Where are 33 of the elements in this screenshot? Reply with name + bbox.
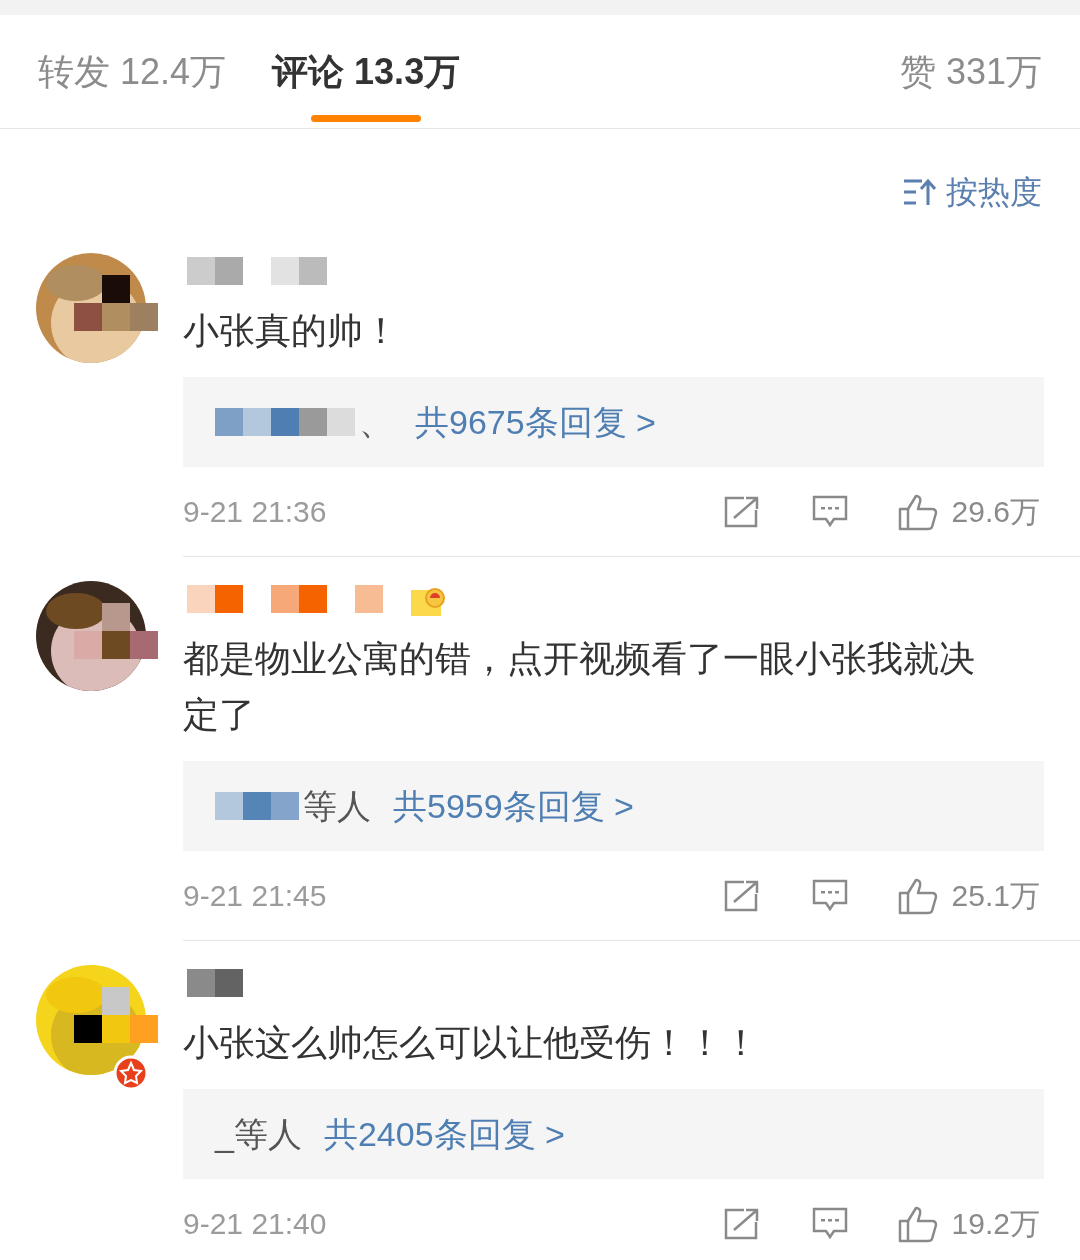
share-icon[interactable] — [723, 1207, 760, 1240]
like-count: 19.2万 — [951, 1206, 1040, 1242]
comment-text: 小张真的帅！ — [183, 309, 400, 353]
share-icon[interactable] — [723, 879, 760, 912]
comment-icon[interactable] — [811, 1206, 848, 1241]
like-count: 29.6万 — [951, 494, 1040, 530]
sort-button[interactable]: 按热度 — [902, 155, 1042, 229]
pixelated-name — [187, 969, 243, 997]
share-icon[interactable] — [723, 495, 760, 528]
timestamp: 9-21 21:36 — [183, 494, 327, 530]
like-count: 25.1万 — [951, 878, 1040, 914]
comment-text: 都是物业公寓的错，点开视频看了一眼小张我就决定了 — [183, 637, 976, 737]
thumbs-up-icon[interactable] — [897, 876, 938, 915]
thumbs-up-icon[interactable] — [897, 492, 938, 531]
thumbs-up-icon[interactable] — [897, 1204, 938, 1243]
tab[interactable]: 转发 12.4万 — [38, 15, 227, 128]
reply-count-link[interactable]: 共2405条回复 > — [323, 1108, 565, 1160]
reply-count-link[interactable]: 共5959条回复 > — [393, 780, 634, 832]
comment-icon[interactable] — [811, 494, 848, 529]
reply-users: 等人 — [303, 785, 371, 827]
timestamp: 9-21 21:45 — [183, 878, 327, 914]
reply-count-link[interactable]: 共9675条回复 > — [415, 396, 656, 448]
comment-icon[interactable] — [811, 878, 848, 913]
timestamp: 9-21 21:40 — [183, 1206, 327, 1242]
tab[interactable]: 评论 13.3万 — [272, 15, 461, 128]
comment-text: 小张这么帅怎么可以让他受伤！！！ — [183, 1021, 760, 1065]
reply-summary-panel[interactable]: 等人 共5959条回复 > — [183, 761, 1044, 851]
reply-summary-panel[interactable]: 、 共9675条回复 > — [183, 377, 1044, 467]
sort-icon — [902, 177, 936, 207]
reply-summary-panel[interactable]: _等人 共2405条回复 > — [183, 1089, 1044, 1179]
reply-users: 、 — [359, 401, 393, 443]
tab[interactable]: 赞 331万 — [899, 15, 1042, 128]
reply-users: _等人 — [215, 1113, 302, 1155]
